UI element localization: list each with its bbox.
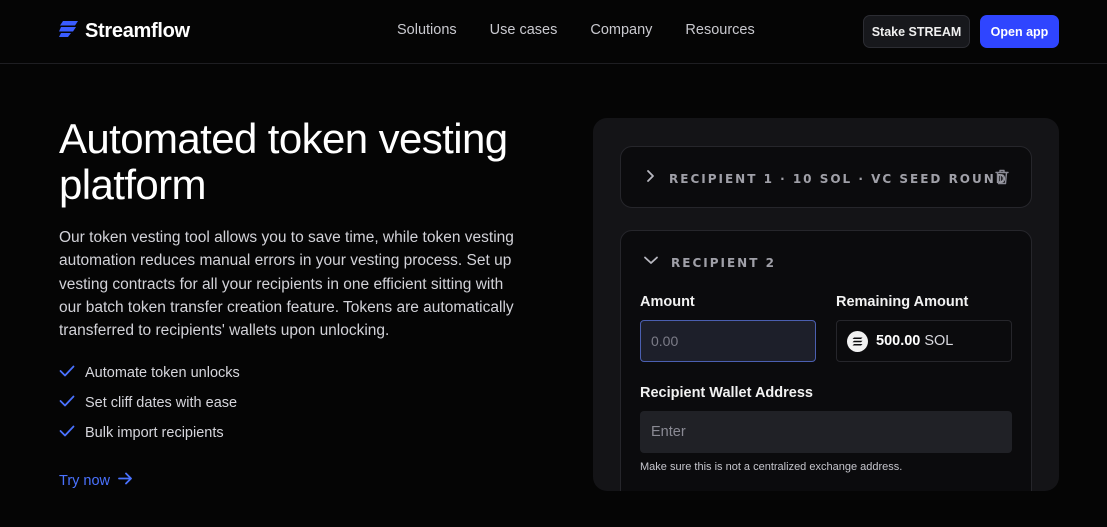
stake-stream-button[interactable]: Stake STREAM [863,15,970,48]
check-icon [59,394,75,412]
recipient-1-card[interactable]: RECIPIENT 1 · 10 SOL · VC SEED ROUND [620,146,1032,208]
arrow-right-icon [118,472,133,489]
feature-item: Bulk import recipients [59,418,240,448]
feature-text: Set cliff dates with ease [85,395,238,411]
feature-list: Automate token unlocks Set cliff dates w… [59,358,240,448]
nav-link-use-cases[interactable]: Use cases [490,22,558,38]
hero-description: Our token vesting tool allows you to sav… [59,229,514,340]
feature-item: Set cliff dates with ease [59,388,240,418]
amount-label: Amount [640,294,695,310]
feature-text: Bulk import recipients [85,425,224,441]
recipient-1-label: RECIPIENT 1 · 10 SOL · VC SEED ROUND [669,171,1008,186]
chevron-right-icon[interactable] [643,169,657,188]
nav-link-company[interactable]: Company [590,22,652,38]
wallet-address-hint: Make sure this is not a centralized exch… [640,461,903,473]
streamflow-logo-icon [59,20,79,43]
nav-link-resources[interactable]: Resources [685,22,754,38]
hero-title: Automated token vesting platform [59,115,508,208]
feature-item: Automate token unlocks [59,358,240,388]
try-now-link[interactable]: Try now [59,472,133,489]
amount-input[interactable] [640,320,816,362]
recipient-2-header[interactable]: RECIPIENT 2 [643,253,776,272]
sol-coin-icon [847,330,868,352]
brand[interactable]: Streamflow [59,20,190,43]
vesting-form-panel: RECIPIENT 1 · 10 SOL · VC SEED ROUND REC… [593,118,1059,491]
feature-text: Automate token unlocks [85,365,240,381]
wallet-address-label: Recipient Wallet Address [640,385,813,401]
remaining-amount-value: 500.00 [876,333,921,349]
recipient-2-card: RECIPIENT 2 Amount Remaining Amount 500.… [620,230,1032,491]
remaining-amount-display: 500.00 SOL [836,320,1012,362]
check-icon [59,424,75,442]
trash-icon[interactable] [995,169,1009,190]
recipient-2-label: RECIPIENT 2 [671,255,776,270]
remaining-amount-unit: SOL [924,333,954,349]
open-app-button[interactable]: Open app [980,15,1059,48]
remaining-amount-label: Remaining Amount [836,294,969,310]
nav-link-solutions[interactable]: Solutions [397,22,457,38]
recipient-1-header[interactable]: RECIPIENT 1 · 10 SOL · VC SEED ROUND [643,169,1008,188]
top-navbar: Streamflow Solutions Use cases Company R… [0,0,1107,64]
check-icon [59,364,75,382]
nav-links: Solutions Use cases Company Resources [397,22,755,38]
try-now-label: Try now [59,472,111,489]
wallet-address-input[interactable] [640,411,1012,453]
brand-name: Streamflow [85,20,190,42]
chevron-down-icon[interactable] [643,253,659,272]
